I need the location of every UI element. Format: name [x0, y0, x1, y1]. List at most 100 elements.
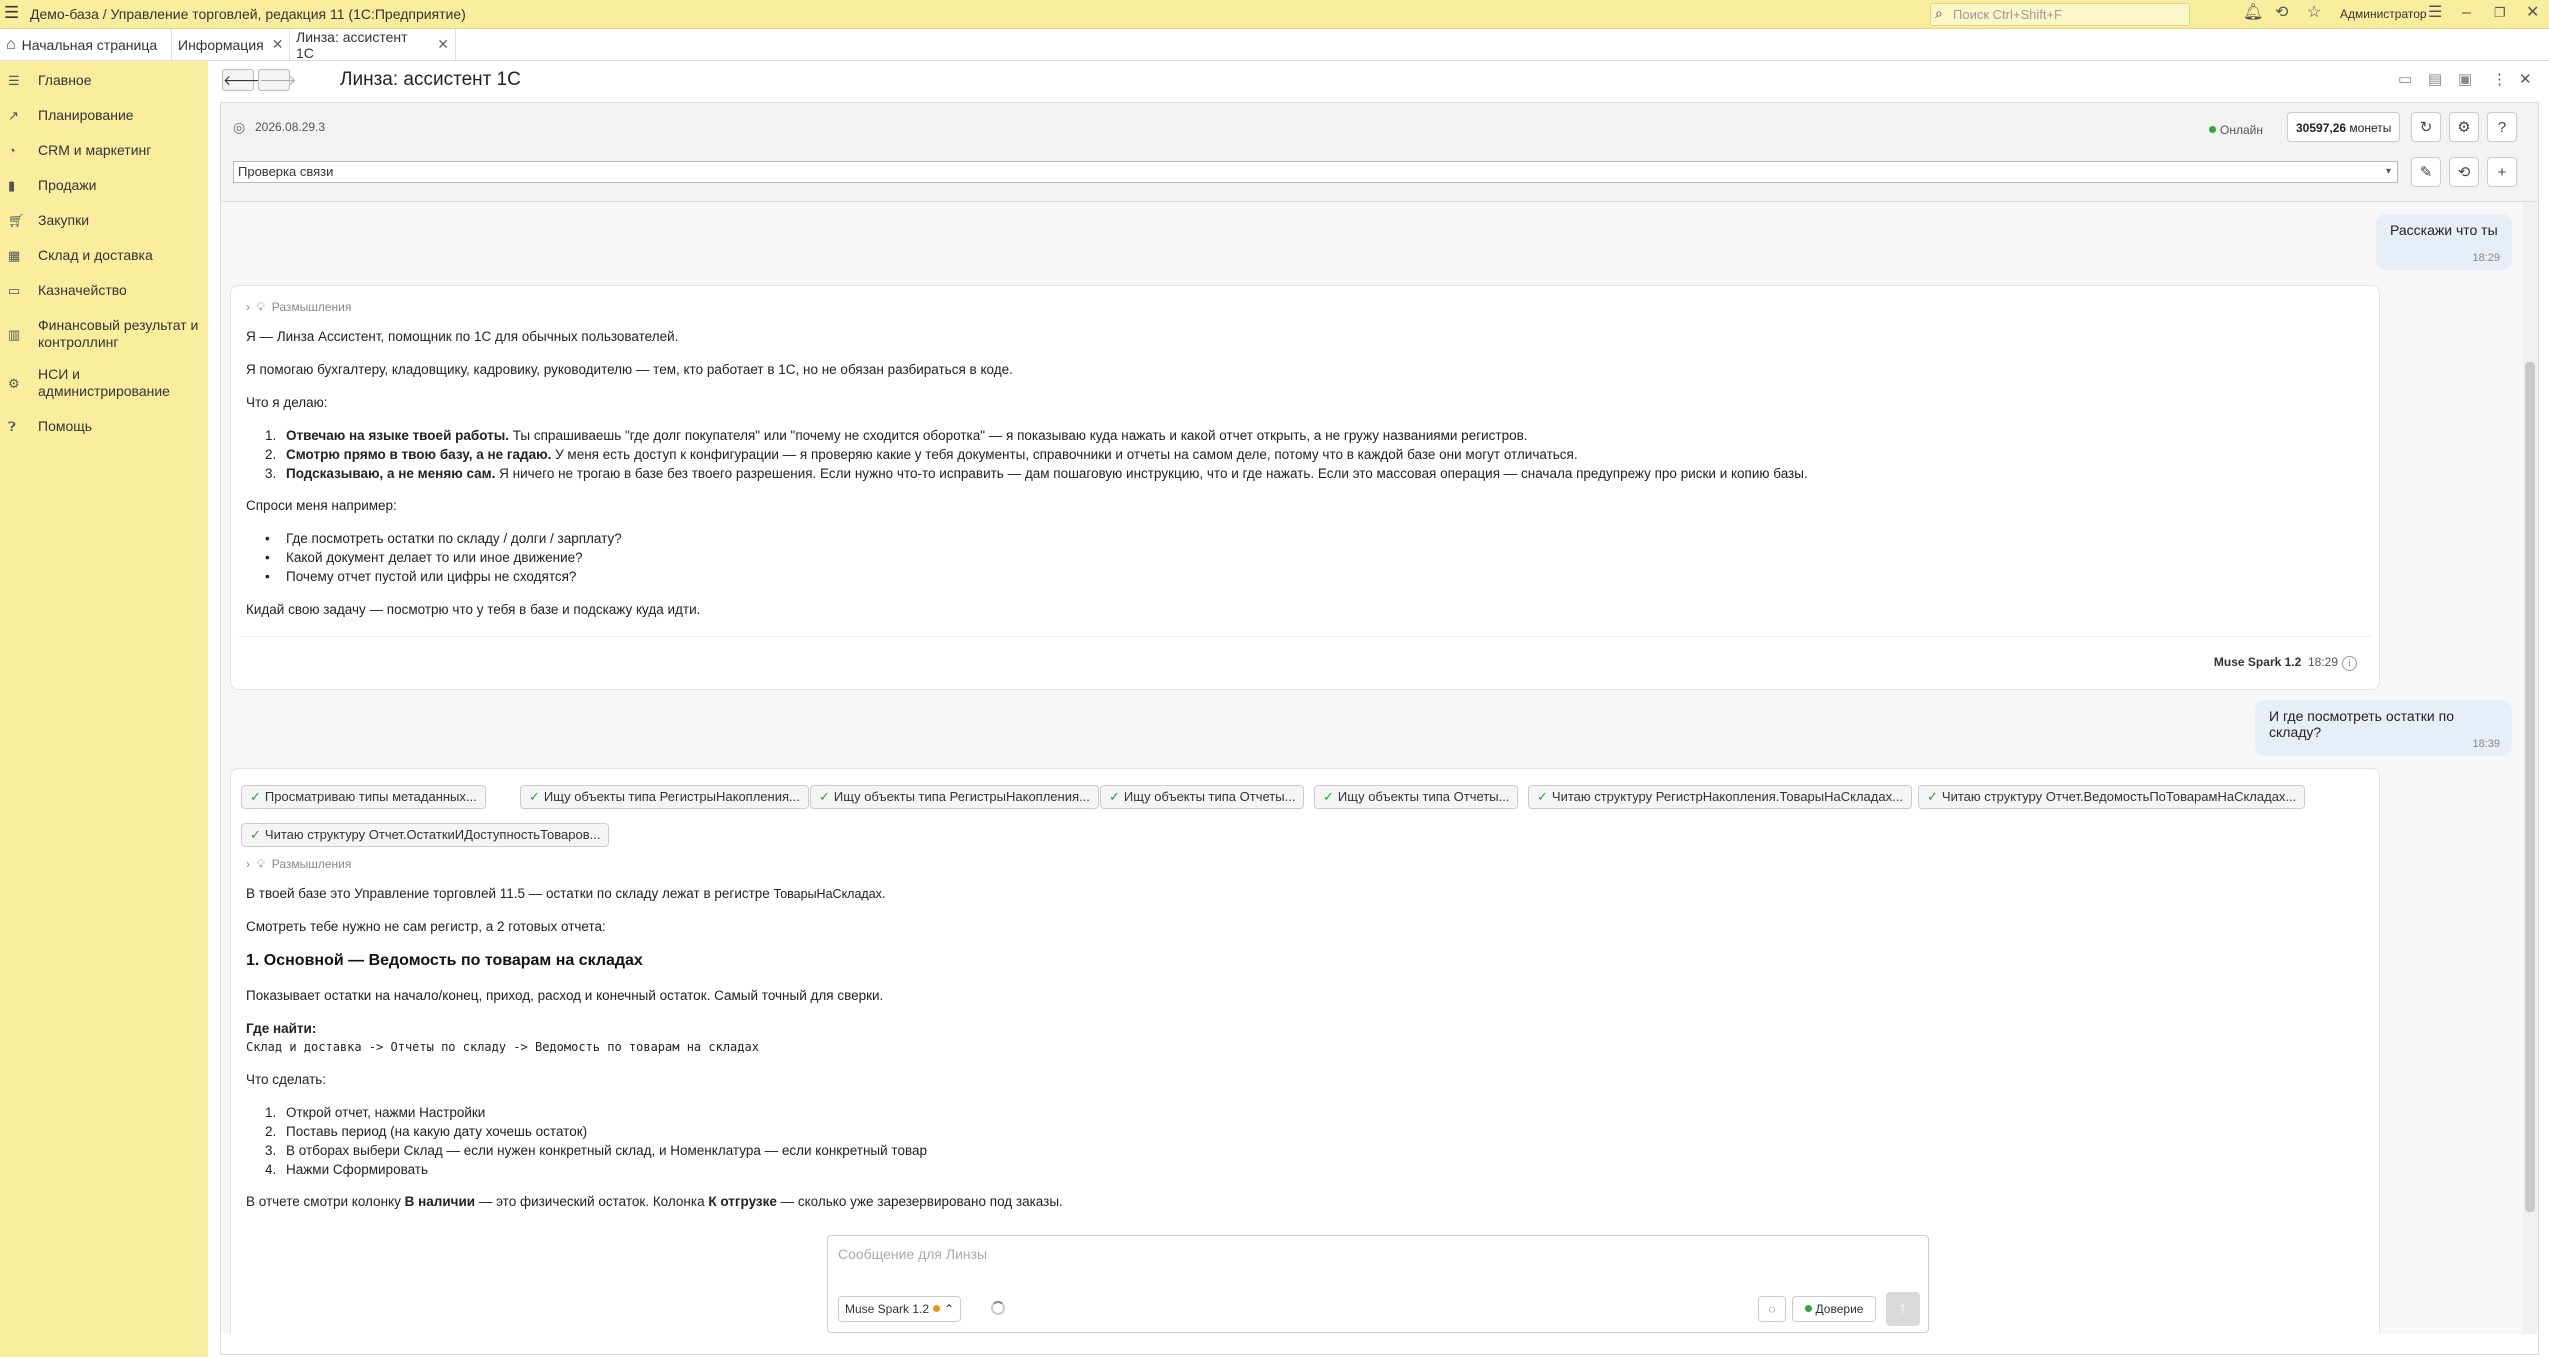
print-icon[interactable]: ▤ — [2428, 70, 2442, 88]
online-dot-icon — [2209, 126, 2216, 133]
tool-step-chip[interactable]: ✓ Ищу объекты типа РегистрыНакопления... — [520, 785, 809, 809]
refresh-button[interactable]: ↻ — [2411, 112, 2441, 142]
send-button[interactable]: ↑ — [1886, 1292, 1920, 1326]
tab-info[interactable]: Информация ✕ — [172, 29, 290, 60]
model-name: Muse Spark 1.2 — [2213, 655, 2302, 669]
tool-step-chip[interactable]: ✓ Читаю структуру Отчет.ОстаткиИДоступнос… — [241, 823, 610, 847]
list-item-bold: Отвечаю на языке твоей работы. — [286, 428, 510, 443]
context-button[interactable]: ◌ — [1758, 1296, 1786, 1322]
chevron-up-icon: ⌃ — [944, 1302, 955, 1316]
message-text: И где посмотреть остатки по складу? — [2269, 708, 2454, 740]
tab-home[interactable]: ⌂ Начальная страница — [0, 29, 172, 60]
sidebar-item-label: Главное — [38, 72, 92, 88]
page-title: Линза: ассистент 1С — [340, 69, 521, 90]
back-button[interactable]: 🡐 — [222, 69, 261, 91]
tool-step-chip[interactable]: ✓ Читаю структуру РегистрНакопления.Товар… — [1528, 785, 1912, 809]
coins-balance[interactable]: 30597,26 монеты — [2287, 112, 2401, 142]
close-tab-icon[interactable]: ✕ — [272, 36, 284, 53]
settings-menu-icon[interactable]: ☰ — [2428, 4, 2442, 22]
message-paragraph: Показывает остатки на начало/конец, прих… — [246, 988, 884, 1003]
chat-history[interactable]: Расскажи что ты 18:29 › 💡︎ Размышления Я… — [221, 202, 2538, 1334]
sidebar-item-main[interactable]: ☰ Главное — [0, 72, 208, 90]
bullet: • — [265, 550, 270, 565]
sidebar-item-planning[interactable]: ↗ Планирование — [0, 107, 208, 125]
minimize-icon[interactable]: – — [2462, 4, 2471, 22]
tool-step-chip[interactable]: ✓ Читаю структуру Отчет.ВедомостьПоТовара… — [1918, 785, 2306, 809]
edit-dialog-button[interactable]: ✎ — [2411, 157, 2441, 187]
sidebar-item-treasury[interactable]: ▭ Казначейство — [0, 282, 208, 300]
sidebar-item-sales[interactable]: ▮ Продажи — [0, 177, 208, 195]
star-icon[interactable]: ☆ — [2307, 4, 2321, 22]
chat-scrollbar[interactable] — [2523, 202, 2537, 1334]
help-button[interactable]: ? — [2487, 112, 2517, 142]
assistant-message: › 💡︎ Размышления Я — Линза Ассистент, по… — [230, 285, 2380, 690]
bullet-item: Почему отчет пустой или цифры не сходятс… — [286, 569, 577, 584]
sidebar-item-label: НСИ и администрирование — [38, 366, 170, 399]
bell-icon[interactable]: 🔔︎ — [2243, 4, 2263, 22]
list-number: 3. — [265, 466, 277, 481]
check-icon: ✓ — [1537, 789, 1548, 804]
message-input[interactable]: Сообщение для Линзы — [838, 1246, 987, 1262]
restore-icon[interactable]: ❐ — [2494, 4, 2506, 22]
help-icon: ❓︎ — [8, 419, 16, 434]
dialog-history-button[interactable]: ⟲ — [2449, 157, 2479, 187]
more-icon[interactable]: ⋮ — [2492, 70, 2507, 88]
message-paragraph: Кидай свою задачу — посмотрю что у тебя … — [246, 602, 701, 617]
sidebar-item-crm[interactable]: ◔ CRM и маркетинг — [0, 142, 208, 160]
info-icon[interactable]: i — [2342, 656, 2357, 671]
main-menu-icon[interactable]: ☰ — [4, 4, 22, 22]
help-icon: ? — [2497, 119, 2507, 136]
tab-bar: ⌂ Начальная страница Информация ✕ Линза:… — [0, 29, 2549, 61]
trust-dot-icon — [1804, 1305, 1812, 1312]
status-dot-icon — [933, 1305, 941, 1312]
check-icon: ✓ — [250, 789, 261, 804]
user-name[interactable]: Администратор — [2340, 7, 2427, 21]
sidebar-item-label: Склад и доставка — [38, 247, 153, 263]
new-dialog-button[interactable]: + — [2487, 157, 2517, 187]
thinking-toggle[interactable]: › 💡︎ Размышления — [246, 300, 351, 315]
save-icon[interactable]: ▭ — [2398, 70, 2412, 88]
user-message: Расскажи что ты 18:29 — [2376, 214, 2512, 270]
sidebar-item-help[interactable]: ❓︎ Помощь — [0, 418, 208, 436]
thinking-toggle[interactable]: › 💡︎ Размышления — [246, 857, 351, 872]
list-item-bold: Смотрю прямо в твою базу, а не гадаю. — [286, 447, 552, 462]
history-icon[interactable]: ⟲ — [2275, 4, 2288, 22]
chip-label: Читаю структуру Отчет.ОстаткиИДоступност… — [264, 827, 601, 842]
close-window-icon[interactable]: ✕ — [2526, 4, 2539, 22]
model-selector[interactable]: Muse Spark 1.2 ⌃ — [838, 1296, 962, 1322]
message-paragraph: В отчете смотри колонку В наличии — это … — [246, 1194, 1063, 1209]
loading-spinner-icon — [991, 1301, 1005, 1315]
thinking-label: Размышления — [271, 300, 352, 314]
planning-icon: ↗ — [8, 108, 19, 123]
sidebar-item-purchases[interactable]: 🛒︎ Закупки — [0, 212, 208, 230]
close-page-icon[interactable]: ✕ — [2519, 70, 2532, 88]
tool-step-chip[interactable]: ✓ Ищу объекты типа Отчеты... — [1314, 785, 1519, 809]
tool-step-chip[interactable]: ✓ Ищу объекты типа Отчеты... — [1100, 785, 1305, 809]
close-tab-icon[interactable]: ✕ — [437, 36, 449, 53]
global-search[interactable]: ⌕ Поиск Ctrl+Shift+F — [1930, 3, 2190, 26]
message-paragraph: Я — Линза Ассистент, помощник по 1С для … — [246, 329, 679, 344]
sidebar-item-label: Финансовый результат и контроллинг — [38, 317, 199, 350]
settings-button[interactable]: ⚙ — [2449, 112, 2479, 142]
list-item: В отборах выбери Склад — если нужен конк… — [286, 1143, 927, 1158]
message-paragraph: Я помогаю бухгалтеру, кладовщику, кадров… — [246, 362, 1013, 377]
tab-lens-assistant[interactable]: Линза: ассистент 1С ✕ — [290, 29, 456, 61]
bullet-item: Где посмотреть остатки по складу / долги… — [286, 531, 622, 546]
divider — [239, 636, 2371, 637]
trust-label: Доверие — [1815, 1302, 1864, 1316]
preview-icon[interactable]: ▣ — [2458, 70, 2472, 88]
tool-step-chip[interactable]: ✓ Ищу объекты типа РегистрыНакопления... — [810, 785, 1099, 809]
trust-toggle[interactable]: Доверие — [1792, 1296, 1876, 1322]
chip-label: Читаю структуру РегистрНакопления.Товары… — [1551, 789, 1903, 804]
history-icon: ⟲ — [2457, 164, 2471, 181]
forward-button[interactable]: 🡒 — [258, 69, 297, 91]
dialog-select[interactable]: Проверка связи ▾ — [233, 161, 2398, 183]
sidebar-item-warehouse[interactable]: ▦ Склад и доставка — [0, 247, 208, 265]
list-number: 3. — [265, 1143, 277, 1158]
tool-step-chip[interactable]: ✓ Просматриваю типы метаданных... — [241, 785, 486, 809]
sidebar-item-finance[interactable]: ▥ Финансовый результат и контроллинг — [0, 317, 208, 353]
check-icon: ✓ — [819, 789, 830, 804]
sidebar-item-label: Закупки — [38, 212, 90, 228]
scrollbar-thumb[interactable] — [2525, 362, 2535, 1212]
sidebar-item-admin[interactable]: ⚙ НСИ и администрирование — [0, 366, 208, 402]
